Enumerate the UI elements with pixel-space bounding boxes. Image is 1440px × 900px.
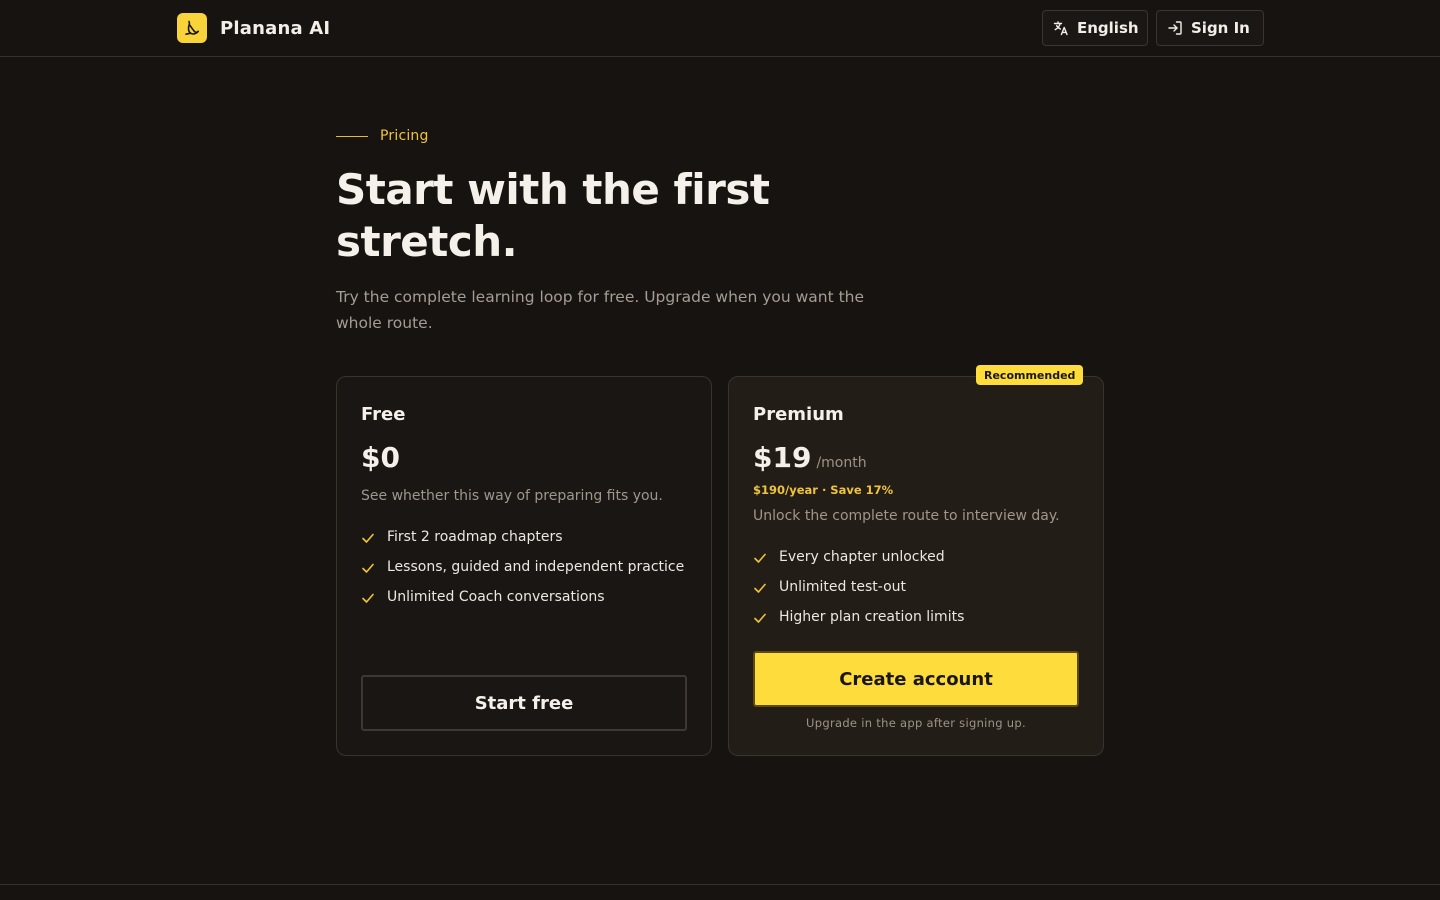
feature-item: Unlimited Coach conversations — [361, 589, 684, 619]
premium-plan-description: Unlock the complete route to interview d… — [753, 508, 1060, 524]
feature-label: Lessons, guided and independent practice — [387, 559, 685, 575]
feature-label: Higher plan creation limits — [779, 609, 965, 625]
language-selector-button[interactable]: English — [1042, 10, 1148, 46]
brand-name: Planana AI — [220, 17, 331, 39]
sign-in-icon — [1167, 20, 1183, 36]
feature-item: Unlimited test-out — [753, 579, 964, 609]
free-plan-features: First 2 roadmap chapters Lessons, guided… — [361, 529, 684, 619]
feature-item: First 2 roadmap chapters — [361, 529, 684, 559]
free-plan-description: See whether this way of preparing fits y… — [361, 488, 663, 504]
sign-in-button[interactable]: Sign In — [1156, 10, 1264, 46]
premium-plan-name: Premium — [753, 404, 844, 425]
premium-plan-card: Recommended Premium $19 /month $190/year… — [728, 365, 1104, 756]
translate-icon — [1053, 20, 1069, 36]
footer-divider — [0, 884, 1440, 885]
check-icon — [753, 611, 767, 625]
start-free-button[interactable]: Start free — [361, 675, 687, 731]
upgrade-note: Upgrade in the app after signing up. — [806, 716, 1026, 730]
recommended-badge: Recommended — [976, 365, 1084, 385]
banana-icon — [177, 13, 207, 43]
eyebrow-rule — [336, 135, 368, 137]
top-navigation-bar: Planana AI English Sign In — [0, 0, 1440, 57]
annual-price-note: $190/year · Save 17% — [753, 483, 894, 497]
premium-plan-features: Every chapter unlocked Unlimited test-ou… — [753, 549, 964, 639]
premium-plan-price-row: $19 /month — [753, 441, 867, 474]
brand-home-link[interactable]: Planana AI — [177, 13, 330, 43]
check-icon — [361, 561, 375, 575]
feature-item: Lessons, guided and independent practice — [361, 559, 684, 589]
premium-plan-price: $19 — [753, 441, 812, 474]
check-icon — [361, 591, 375, 605]
check-icon — [361, 531, 375, 545]
feature-item: Every chapter unlocked — [753, 549, 964, 579]
feature-label: Every chapter unlocked — [779, 549, 945, 565]
free-plan-name: Free — [361, 404, 406, 425]
section-eyebrow: Pricing — [336, 128, 429, 144]
page-title: Start with the first stretch. — [336, 165, 770, 266]
feature-label: Unlimited test-out — [779, 579, 906, 595]
premium-plan-period: /month — [816, 455, 867, 471]
feature-item: Higher plan creation limits — [753, 609, 964, 639]
feature-label: Unlimited Coach conversations — [387, 589, 605, 605]
free-plan-card: Free $0 See whether this way of preparin… — [336, 376, 712, 756]
check-icon — [753, 551, 767, 565]
check-icon — [753, 581, 767, 595]
language-label: English — [1077, 19, 1139, 37]
create-account-button[interactable]: Create account — [753, 651, 1079, 707]
eyebrow-label: Pricing — [380, 128, 429, 144]
free-plan-price: $0 — [361, 441, 400, 474]
free-plan-price-row: $0 — [361, 441, 400, 474]
page-subtitle: Try the complete learning loop for free.… — [336, 288, 865, 332]
sign-in-label: Sign In — [1191, 19, 1250, 37]
feature-label: First 2 roadmap chapters — [387, 529, 563, 545]
